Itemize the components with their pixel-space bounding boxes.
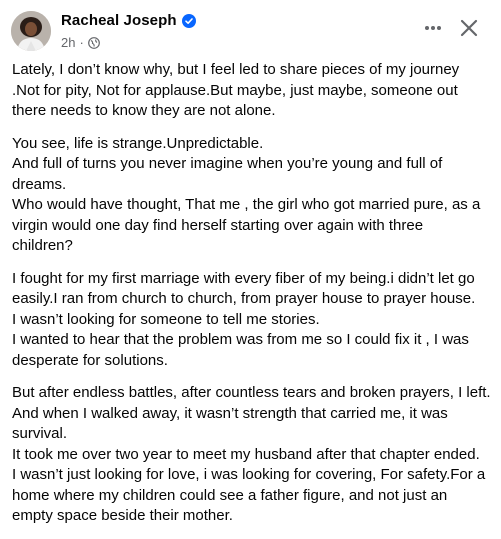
globe-icon[interactable] [87,36,100,49]
verified-badge-icon [181,13,196,28]
close-icon [460,19,478,37]
avatar-image [11,11,51,51]
meta-separator: · [79,35,84,50]
post-header: Racheal Joseph 2h · [0,0,501,58]
close-button[interactable] [455,14,483,42]
more-options-icon [425,26,441,30]
post-paragraph: You see, life is strange.Unpredictable. … [12,134,481,255]
post-body: Lately, I don’t know why, but I feel led… [12,60,494,539]
author-name[interactable]: Racheal Joseph [61,12,177,29]
post-paragraph: But after endless battles, after countle… [12,384,491,524]
avatar[interactable] [11,11,51,51]
post-paragraph: I fought for my first marriage with ever… [12,269,476,369]
more-options-button[interactable] [418,16,448,40]
post-meta: 2h · [61,35,100,50]
post-timestamp[interactable]: 2h [61,35,75,50]
post-paragraph: Lately, I don’t know why, but I feel led… [12,61,460,119]
author-row: Racheal Joseph [61,12,196,29]
